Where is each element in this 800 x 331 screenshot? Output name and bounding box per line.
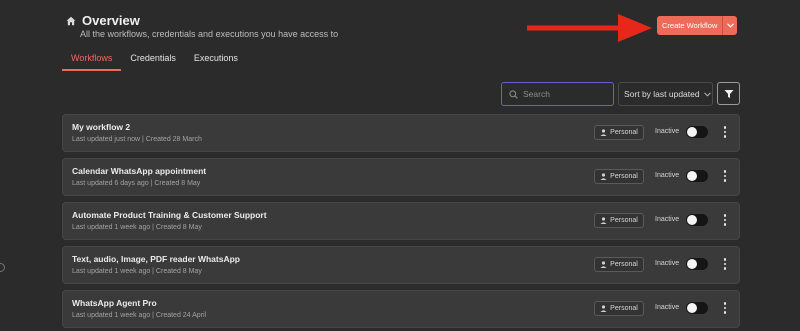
active-toggle[interactable] — [686, 302, 708, 314]
toggle-knob — [687, 259, 697, 269]
search-icon — [509, 89, 518, 99]
workflow-row[interactable]: Text, audio, Image, PDF reader WhatsApp … — [62, 246, 740, 284]
workflow-meta: Last updated 6 days ago | Created 8 May — [72, 180, 201, 187]
workflow-meta: Last updated 1 week ago | Created 8 May — [72, 268, 202, 275]
status-label: Inactive — [655, 304, 680, 311]
owner-label: Personal — [610, 217, 638, 224]
create-workflow-dropdown[interactable] — [722, 16, 738, 35]
workflow-name[interactable]: Calendar WhatsApp appointment — [72, 166, 206, 176]
owner-badge: Personal — [594, 301, 644, 316]
more-options-icon[interactable] — [721, 169, 729, 183]
workflow-name[interactable]: My workflow 2 — [72, 122, 130, 132]
tab-workflows[interactable]: Workflows — [62, 52, 122, 71]
side-collapse-handle[interactable] — [0, 263, 5, 272]
workflow-name[interactable]: Automate Product Training & Customer Sup… — [72, 210, 267, 220]
chevron-down-icon — [726, 23, 734, 28]
owner-badge: Personal — [594, 213, 644, 228]
red-arrow-icon — [527, 14, 652, 42]
user-icon — [600, 173, 607, 180]
more-options-icon[interactable] — [721, 213, 729, 227]
workflow-row[interactable]: My workflow 2 Last updated just now | Cr… — [62, 114, 740, 152]
active-toggle[interactable] — [686, 258, 708, 270]
owner-label: Personal — [610, 173, 638, 180]
more-options-icon[interactable] — [721, 125, 729, 139]
home-icon — [66, 16, 76, 25]
sort-select-value: Sort by last updated — [624, 89, 700, 99]
page-header: Overview All the workflows, credentials … — [66, 13, 338, 39]
status-label: Inactive — [655, 128, 680, 135]
more-options-icon[interactable] — [721, 301, 729, 315]
workflow-meta: Last updated just now | Created 28 March — [72, 136, 202, 143]
create-workflow-button[interactable]: Create Workflow — [657, 16, 723, 35]
active-toggle[interactable] — [686, 170, 708, 182]
filter-button[interactable] — [717, 82, 740, 105]
owner-badge: Personal — [594, 125, 644, 140]
search-input[interactable] — [523, 89, 603, 99]
tab-executions[interactable]: Executions — [185, 52, 247, 71]
toggle-knob — [687, 303, 697, 313]
sort-select[interactable]: Sort by last updated — [618, 82, 713, 106]
workflow-meta: Last updated 1 week ago | Created 24 Apr… — [72, 312, 207, 319]
owner-label: Personal — [610, 129, 638, 136]
status-label: Inactive — [655, 216, 680, 223]
user-icon — [600, 217, 607, 224]
workflow-row[interactable]: Calendar WhatsApp appointment Last updat… — [62, 158, 740, 196]
toggle-knob — [687, 127, 697, 137]
workflow-meta: Last updated 1 week ago | Created 8 May — [72, 224, 202, 231]
filter-icon — [724, 89, 733, 98]
page-subtitle: All the workflows, credentials and execu… — [80, 29, 339, 39]
status-label: Inactive — [655, 260, 680, 267]
active-toggle[interactable] — [686, 214, 708, 226]
workflow-name[interactable]: Text, audio, Image, PDF reader WhatsApp — [72, 254, 240, 264]
active-toggle[interactable] — [686, 126, 708, 138]
toggle-knob — [687, 215, 697, 225]
status-label: Inactive — [655, 172, 680, 179]
owner-label: Personal — [610, 305, 638, 312]
chevron-down-icon — [703, 91, 711, 97]
user-icon — [600, 261, 607, 268]
owner-label: Personal — [610, 261, 638, 268]
create-workflow-button-group: Create Workflow — [657, 16, 738, 35]
toggle-knob — [687, 171, 697, 181]
page-title: Overview — [82, 13, 140, 28]
tab-bar: Workflows Credentials Executions — [62, 52, 247, 71]
search-field[interactable] — [501, 82, 614, 106]
owner-badge: Personal — [594, 169, 644, 184]
tab-credentials[interactable]: Credentials — [121, 52, 185, 71]
workflow-row[interactable]: WhatsApp Agent Pro Last updated 1 week a… — [62, 290, 740, 328]
user-icon — [600, 129, 607, 136]
user-icon — [600, 305, 607, 312]
owner-badge: Personal — [594, 257, 644, 272]
workflow-name[interactable]: WhatsApp Agent Pro — [72, 298, 157, 308]
more-options-icon[interactable] — [721, 257, 729, 271]
workflow-row[interactable]: Automate Product Training & Customer Sup… — [62, 202, 740, 240]
